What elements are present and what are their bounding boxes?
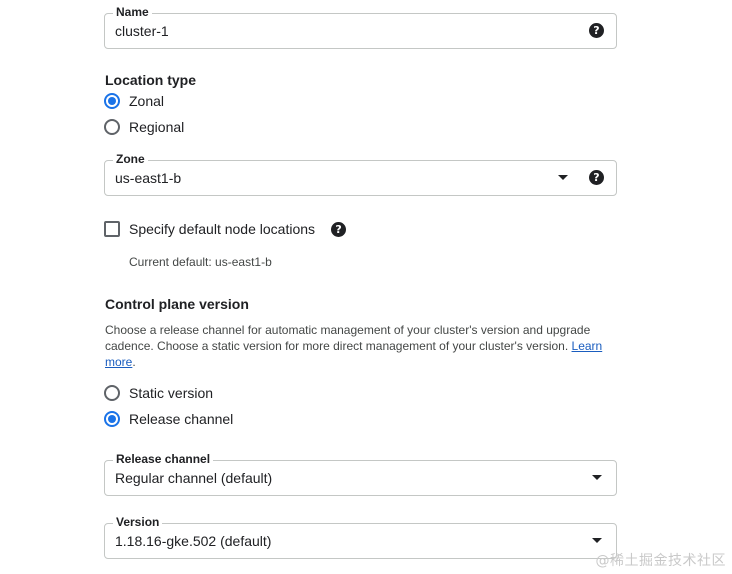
zone-select-label: Zone [113, 152, 148, 166]
location-type-title: Location type [105, 72, 197, 88]
help-icon[interactable]: ? [589, 23, 604, 38]
description-end: . [132, 355, 136, 369]
zone-select[interactable]: Zone us-east1-b ? [104, 152, 617, 196]
description-text: Choose a release channel for automatic m… [105, 323, 591, 353]
control-plane-description: Choose a release channel for automatic m… [105, 322, 615, 370]
node-locations-label: Specify default node locations [129, 221, 316, 237]
help-icon[interactable]: ? [331, 221, 347, 237]
dropdown-arrow-icon[interactable] [592, 538, 602, 543]
radio-static-version-label: Static version [129, 385, 214, 401]
radio-release-channel[interactable]: Release channel [104, 409, 233, 429]
radio-unchecked-icon[interactable] [104, 385, 120, 401]
radio-release-channel-label: Release channel [129, 411, 234, 427]
release-channel-value: Regular channel (default) [115, 470, 273, 486]
radio-regional-label: Regional [129, 119, 185, 135]
node-locations-checkbox[interactable] [104, 221, 120, 237]
current-default-hint: Current default: us-east1-b [129, 255, 272, 269]
control-plane-title: Control plane version [105, 296, 249, 312]
dropdown-arrow-icon[interactable] [592, 475, 602, 480]
radio-static-version[interactable]: Static version [104, 383, 213, 403]
version-label: Version [113, 515, 163, 529]
radio-zonal-label: Zonal [129, 93, 165, 109]
version-value: 1.18.16-gke.502 (default) [115, 533, 272, 549]
radio-zonal[interactable]: Zonal [104, 91, 164, 111]
name-input[interactable]: cluster-1 [115, 22, 169, 40]
radio-checked-icon[interactable] [104, 411, 120, 427]
name-field-label: Name [113, 5, 152, 19]
radio-regional[interactable]: Regional [104, 117, 184, 137]
release-channel-select[interactable]: Release channel Regular channel (default… [104, 452, 617, 496]
radio-unchecked-icon[interactable] [104, 119, 120, 135]
release-channel-label: Release channel [113, 452, 214, 466]
help-icon[interactable]: ? [589, 170, 604, 185]
radio-checked-icon[interactable] [104, 93, 120, 109]
name-field[interactable]: Name cluster-1 ? [104, 5, 617, 49]
watermark: @稀土掘金技术社区 [595, 553, 726, 569]
dropdown-arrow-icon[interactable] [558, 175, 568, 180]
zone-select-value: us-east1-b [115, 170, 182, 186]
node-locations-checkbox-row[interactable]: Specify default node locations ? [104, 219, 347, 239]
version-select[interactable]: Version 1.18.16-gke.502 (default) [104, 515, 617, 559]
